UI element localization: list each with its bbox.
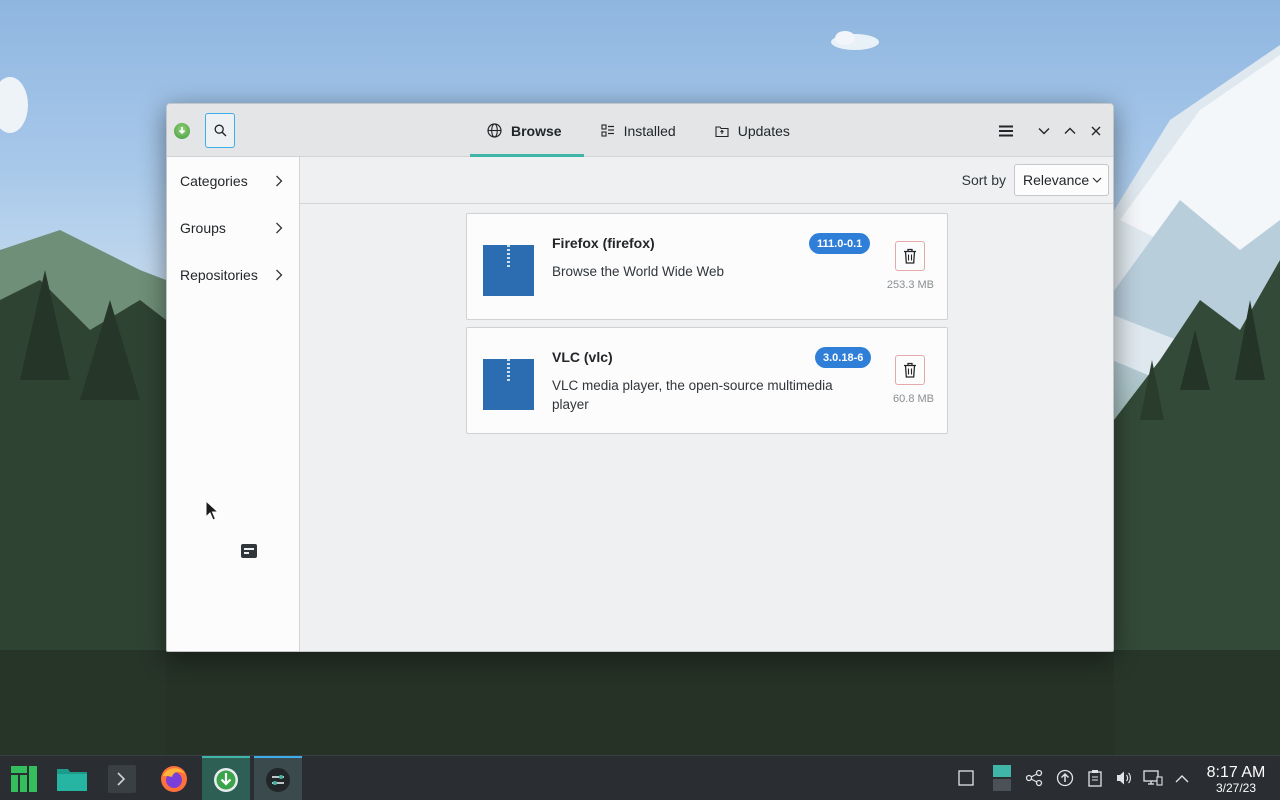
tab-label: Installed [623,122,676,139]
network-button[interactable] [1143,768,1163,788]
package-card-vlc[interactable]: VLC (vlc) VLC media player, the open-sou… [466,327,948,434]
clock-date: 3/27/23 [1215,781,1257,795]
package-size: 60.8 MB [893,393,934,405]
taskbar-settings[interactable] [254,756,302,800]
taskbar-software-center[interactable] [202,756,250,800]
package-name: Firefox (firefox) [552,235,655,251]
kde-connect-button[interactable] [1024,768,1044,788]
version-badge: 3.0.18-6 [815,347,872,368]
installed-list-icon [601,123,614,137]
sidebar-item-repositories[interactable]: Repositories [167,251,299,298]
close-button[interactable] [1087,122,1105,140]
digital-clock[interactable]: 8:17 AM 3/27/23 [1200,764,1272,795]
main-content: Sort by Relevance Firefox (firefox) Brow… [300,157,1113,651]
clipboard-button[interactable] [1085,768,1105,788]
show-hidden-icons-button[interactable] [1172,768,1192,788]
minimize-button[interactable] [1035,122,1053,140]
software-manager-window: Browse Installed Updates Categories Grou… [166,103,1114,652]
upload-arrow-icon [1056,769,1074,787]
sidebar-item-label: Categories [180,172,248,189]
tab-installed[interactable]: Installed [584,104,698,157]
virtual-desktop-icon [993,765,1011,791]
update-notifier-button[interactable] [1055,768,1075,788]
package-archive-icon [483,359,534,410]
queue-icon[interactable] [241,544,257,558]
chevron-right-icon [276,175,283,186]
volume-icon [1117,771,1131,785]
remove-button[interactable] [895,355,925,385]
sort-select[interactable]: Relevance [1014,164,1109,196]
remove-button[interactable] [895,241,925,271]
window-controls [997,104,1105,157]
sort-bar: Sort by Relevance [300,157,1113,204]
chevron-down-icon [1092,177,1102,183]
tab-browse[interactable]: Browse [470,104,584,157]
view-tabs: Browse Installed Updates [470,104,812,157]
pager-button[interactable] [991,763,1013,793]
firefox-icon [161,765,187,792]
tab-label: Updates [737,122,790,139]
terminal-icon [108,764,136,793]
sidebar-item-label: Repositories [180,266,258,283]
tab-label: Browse [511,122,562,139]
maximize-button[interactable] [1061,122,1079,140]
mouse-cursor-icon [205,500,219,521]
updates-icon [715,125,729,137]
chevron-right-icon [276,269,283,280]
sort-label: Sort by [961,172,1006,188]
taskbar-firefox[interactable] [150,756,198,800]
clock-time: 8:17 AM [1206,764,1266,781]
sidebar: Categories Groups Repositories [167,157,300,651]
volume-button[interactable] [1114,768,1134,788]
manjaro-menu-icon [11,765,37,792]
hamburger-menu-icon [999,125,1013,136]
package-archive-icon [483,245,534,296]
software-center-icon [214,767,238,792]
sidebar-item-label: Groups [180,219,226,236]
chevron-up-icon [1064,127,1076,134]
show-desktop-button[interactable] [956,768,976,788]
sidebar-item-groups[interactable]: Groups [167,204,299,251]
globe-icon [487,123,502,138]
desktop-icon [958,770,974,786]
taskbar-file-manager[interactable] [48,756,96,800]
package-name: VLC (vlc) [552,349,613,365]
hamburger-menu-button[interactable] [997,122,1015,140]
chevron-up-icon [1175,774,1189,782]
settings-icon [266,767,290,792]
close-icon [1091,126,1101,135]
application-launcher[interactable] [0,756,48,800]
trash-icon [904,248,916,264]
sidebar-item-categories[interactable]: Categories [167,157,299,204]
trash-icon [904,362,916,378]
title-bar: Browse Installed Updates [167,104,1113,157]
software-center-icon [174,123,190,139]
sort-value: Relevance [1023,172,1090,188]
chevron-down-icon [1038,127,1050,134]
version-badge: 111.0-0.1 [809,233,871,254]
chevron-right-icon [276,222,283,233]
package-description: Browse the World Wide Web [552,264,725,279]
package-description: VLC media player, the open-source multim… [552,378,833,412]
clipboard-icon [1088,770,1102,787]
package-size: 253.3 MB [886,279,934,291]
network-icon [1143,770,1163,786]
package-card-firefox[interactable]: Firefox (firefox) Browse the World Wide … [466,213,948,320]
taskbar: 8:17 AM 3/27/23 [0,755,1280,800]
taskbar-terminal[interactable] [98,756,146,800]
file-manager-icon [57,768,87,791]
search-icon [214,124,226,137]
tab-updates[interactable]: Updates [698,104,812,157]
kde-connect-icon [1025,769,1043,787]
search-button[interactable] [205,113,235,148]
